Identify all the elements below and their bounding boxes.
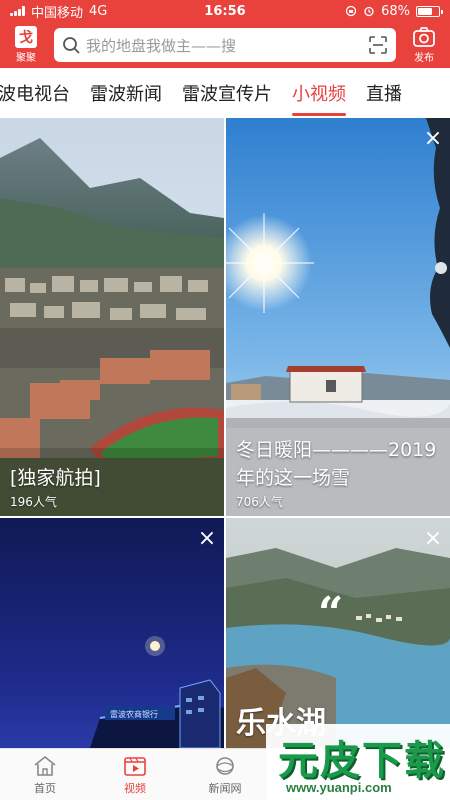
tab-live[interactable]: 直播 bbox=[356, 68, 412, 118]
tab-short-video[interactable]: 小视频 bbox=[282, 68, 356, 118]
site-watermark: 元皮下载 www.yuanpi.com bbox=[266, 724, 450, 800]
category-tabs: 波电视台 雷波新闻 雷波宣传片 小视频 直播 bbox=[0, 68, 450, 118]
video-views: 706人气 bbox=[236, 495, 283, 509]
video-views: 196人气 bbox=[10, 495, 57, 509]
scan-icon[interactable] bbox=[368, 35, 388, 55]
tab-leibo-news[interactable]: 雷波新闻 bbox=[80, 68, 172, 118]
video-thumbnail-night-city: 雷波农商银行 bbox=[0, 518, 224, 748]
video-grid: [独家航拍] 196人气 × 冬日暖阳————2019年的这一场雪 706人气 … bbox=[0, 118, 450, 748]
app-logo[interactable]: 戈 聚聚 bbox=[6, 26, 46, 64]
svg-text:“: “ bbox=[318, 588, 343, 639]
battery-percentage: 68% bbox=[381, 3, 410, 19]
alarm-icon bbox=[364, 6, 374, 17]
publish-button[interactable]: 发布 bbox=[404, 26, 444, 64]
nav-video-label: 视频 bbox=[124, 781, 146, 795]
search-icon bbox=[63, 37, 80, 54]
status-right: 68% bbox=[345, 3, 443, 19]
video-title: [独家航拍] bbox=[10, 467, 101, 489]
logo-mark: 戈 bbox=[15, 26, 37, 48]
home-icon bbox=[34, 755, 56, 776]
search-input[interactable]: 我的地盘我做主——搜 bbox=[54, 28, 396, 62]
video-card[interactable]: × 冬日暖阳————2019年的这一场雪 706人气 bbox=[226, 118, 450, 516]
tab-tv-station[interactable]: 波电视台 bbox=[0, 68, 80, 118]
close-icon[interactable]: × bbox=[422, 528, 444, 550]
nav-news-label: 新闻网 bbox=[208, 781, 242, 795]
camera-icon bbox=[413, 27, 435, 47]
nav-home-label: 首页 bbox=[34, 781, 56, 795]
nav-home[interactable]: 首页 bbox=[0, 749, 90, 800]
news-globe-icon bbox=[216, 756, 234, 775]
app-header: 戈 聚聚 我的地盘我做主——搜 发布 bbox=[0, 22, 450, 68]
watermark-url: www.yuanpi.com bbox=[286, 780, 392, 795]
video-card[interactable]: 雷波农商银行 × bbox=[0, 518, 224, 748]
video-card[interactable]: [独家航拍] 196人气 bbox=[0, 118, 224, 516]
carrier-name: 中国移动 bbox=[31, 5, 84, 21]
watermark-brand: 元皮下载 bbox=[278, 738, 446, 784]
tab-leibo-promo[interactable]: 雷波宣传片 bbox=[172, 68, 282, 118]
rotation-lock-icon bbox=[345, 5, 357, 17]
network-type: 4G bbox=[89, 3, 108, 19]
close-icon[interactable]: × bbox=[422, 128, 444, 150]
status-left: 中国移动 4G bbox=[10, 2, 345, 21]
publish-label: 发布 bbox=[414, 53, 434, 64]
nav-news[interactable]: 新闻网 bbox=[180, 749, 270, 800]
status-bar: 中国移动 4G 16:56 68% bbox=[0, 0, 450, 22]
video-title: 冬日暖阳————2019年的这一场雪 bbox=[236, 439, 437, 489]
svg-text:雷波农商银行: 雷波农商银行 bbox=[110, 709, 158, 719]
signal-strength-icon bbox=[10, 6, 25, 16]
close-icon[interactable]: × bbox=[196, 528, 218, 550]
logo-label: 聚聚 bbox=[16, 53, 36, 64]
video-icon bbox=[124, 756, 146, 776]
video-thumbnail-aerial-town bbox=[0, 118, 224, 516]
video-card[interactable]: “ 乐水湖 × bbox=[226, 518, 450, 748]
battery-icon bbox=[416, 5, 443, 17]
nav-video[interactable]: 视频 bbox=[90, 749, 180, 800]
search-placeholder: 我的地盘我做主——搜 bbox=[86, 36, 237, 55]
